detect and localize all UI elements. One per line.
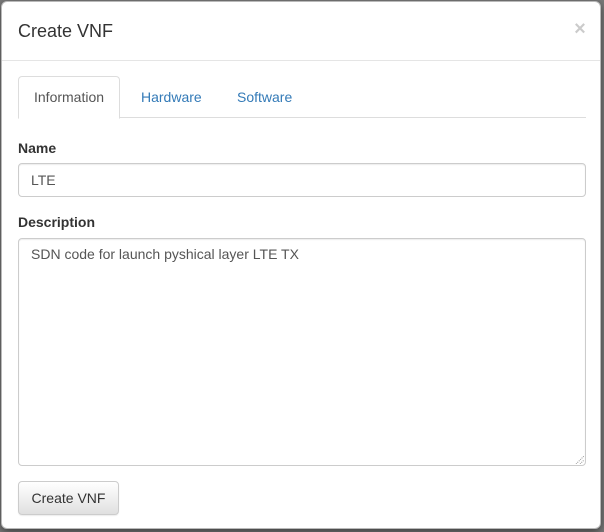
create-vnf-button[interactable]: Create VNF [18, 481, 119, 515]
description-textarea[interactable]: SDN code for launch pyshical layer LTE T… [18, 238, 586, 466]
tab-hardware[interactable]: Hardware [126, 76, 217, 118]
create-vnf-modal: Create VNF × Information Hardware Softwa… [1, 1, 601, 529]
tab-software[interactable]: Software [222, 76, 307, 118]
modal-header: Create VNF × [2, 2, 600, 61]
modal-title: Create VNF [18, 21, 114, 41]
description-label: Description [18, 214, 96, 230]
name-input[interactable] [18, 163, 586, 197]
name-label: Name [18, 140, 57, 156]
close-icon[interactable]: × [572, 19, 588, 39]
tab-bar: Information Hardware Software [18, 76, 586, 119]
resize-grip-icon[interactable] [574, 454, 584, 464]
tab-information[interactable]: Information [18, 76, 121, 119]
